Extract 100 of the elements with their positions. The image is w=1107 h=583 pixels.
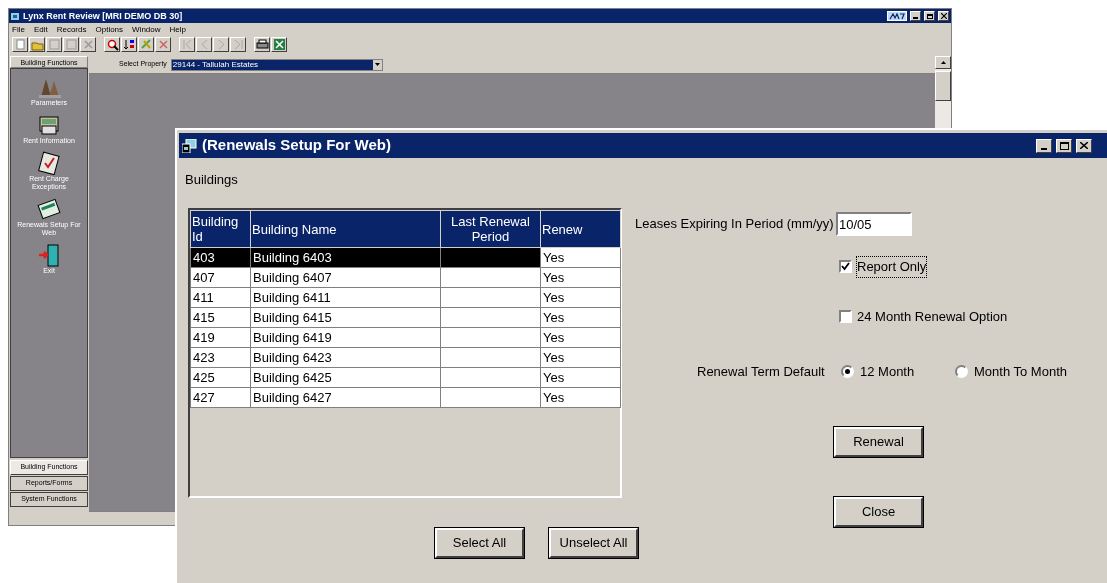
caret-icon	[374, 63, 380, 66]
column-header[interactable]: Renew	[540, 210, 621, 248]
toolbar-button[interactable]	[63, 36, 79, 52]
scrollbar-thumb[interactable]	[935, 71, 951, 101]
table-cell: 411	[193, 289, 214, 305]
table-cell: Yes	[543, 289, 565, 305]
radio-label: Month To Month	[974, 363, 1067, 381]
close-button[interactable]	[1076, 138, 1092, 153]
toolbar-button[interactable]	[271, 36, 287, 52]
table-cell: 407	[193, 269, 215, 285]
checkbox[interactable]	[839, 310, 852, 324]
table-cell: Building 6419	[253, 329, 332, 345]
table-cell: Building 6425	[253, 369, 332, 385]
table-cell: Yes	[543, 249, 565, 265]
field-label: Renewal Term Default	[697, 363, 825, 381]
table-cell: Building 6423	[253, 349, 332, 365]
table-cell: Building 6403	[253, 249, 332, 265]
toolbar-button[interactable]	[104, 36, 120, 52]
toolbar-button[interactable]	[29, 36, 45, 52]
printer-icon	[255, 37, 269, 51]
search-icon	[105, 37, 119, 51]
close-button[interactable]	[938, 11, 949, 21]
app-icon	[11, 11, 20, 21]
menu-item[interactable]: Edit	[33, 25, 48, 34]
app-icon	[182, 138, 198, 153]
maximize-button[interactable]	[924, 11, 935, 21]
table-cell: Yes	[543, 269, 565, 285]
radio-label: 12 Month	[860, 363, 915, 381]
maximize-button[interactable]	[1056, 138, 1072, 153]
unselect-all-button[interactable]: Unselect All	[549, 528, 638, 558]
cross-icon	[81, 37, 95, 51]
table-cell: Yes	[543, 349, 565, 365]
section-label: Buildings	[185, 171, 238, 189]
checkbox-label: 24 Month Renewal Option	[857, 308, 1008, 326]
square-icon	[64, 37, 78, 51]
table-cell: Building 6415	[253, 309, 332, 325]
checkbox-label: Report Only	[857, 257, 927, 277]
minimize-button[interactable]	[1036, 138, 1052, 153]
window-title: Lynx Rent Review [MRI DEMO DB 30]	[23, 11, 183, 21]
table-cell: Yes	[543, 309, 565, 325]
table-cell: 403	[193, 249, 215, 265]
window-title: (Renewals Setup For Web)	[202, 135, 391, 156]
minimize-button[interactable]	[910, 11, 921, 21]
radio-button[interactable]	[955, 365, 968, 379]
door-icon[interactable]	[37, 243, 61, 267]
toolbar-button[interactable]	[46, 36, 62, 52]
field-label: Leases Expiring In Period (mm/yy)	[635, 215, 834, 233]
toolbar-button[interactable]	[230, 36, 246, 52]
table-row[interactable]: 423 Building 6423 Yes	[190, 347, 621, 368]
toolbar-button[interactable]	[80, 36, 96, 52]
select-all-button[interactable]: Select All	[435, 528, 524, 558]
menu-item[interactable]: File	[12, 25, 25, 34]
toolbar-button[interactable]	[155, 36, 171, 52]
sort-icon	[122, 37, 136, 51]
table-cell: 419	[193, 329, 215, 345]
close-icon	[940, 13, 947, 19]
radio-button[interactable]	[841, 365, 854, 379]
toolbar-button[interactable]	[121, 36, 137, 52]
table-row[interactable]: 425 Building 6425 Yes	[190, 367, 621, 388]
close-icon	[1080, 142, 1088, 149]
column-header[interactable]: Building Name	[250, 210, 441, 248]
table-cell: 423	[193, 349, 215, 365]
table-cell: 425	[193, 369, 215, 385]
renewal-button[interactable]: Renewal	[834, 427, 923, 457]
toolbar-button[interactable]	[12, 36, 28, 52]
table-cell: Building 6411	[253, 289, 331, 305]
table-row[interactable]: 403 Building 6403 Yes	[190, 247, 621, 268]
property-dropdown[interactable]: 29144 - Tallulah Estates	[170, 58, 383, 71]
table-cell: Yes	[543, 369, 565, 385]
toolbar-button[interactable]	[213, 36, 229, 52]
table-row[interactable]: 415 Building 6415 Yes	[190, 307, 621, 328]
toolbar-button[interactable]	[254, 36, 270, 52]
table-row[interactable]: 407 Building 6407 Yes	[190, 267, 621, 288]
column-header[interactable]: Last Renewal Period	[440, 210, 541, 248]
column-header[interactable]: Building Id	[190, 210, 251, 248]
table-cell: 415	[193, 309, 215, 325]
table-cell: Yes	[543, 329, 565, 345]
checklist-icon[interactable]	[37, 151, 61, 175]
table-cell: Building 6407	[253, 269, 332, 285]
checkbox[interactable]	[839, 260, 852, 274]
spreadsheet-icon	[272, 37, 286, 51]
up-arrow-icon	[940, 61, 946, 64]
table-row[interactable]: 419 Building 6419 Yes	[190, 327, 621, 348]
cross-icon	[156, 37, 170, 51]
table-cell: 427	[193, 389, 215, 405]
table-cell: Yes	[543, 389, 565, 405]
toolbar-button[interactable]	[179, 36, 195, 52]
menu-item[interactable]: Window	[132, 25, 161, 34]
first-icon	[180, 37, 194, 51]
table-row[interactable]: 427 Building 6427 Yes	[190, 387, 621, 408]
table-cell: Building 6427	[253, 389, 332, 405]
menu-item[interactable]: Records	[56, 25, 87, 34]
close-button[interactable]: Close	[834, 497, 923, 527]
period-input-field[interactable]: 10/05	[836, 212, 912, 236]
table-row[interactable]: 411 Building 6411 Yes	[190, 287, 621, 308]
document-icon	[13, 37, 27, 51]
square-icon	[47, 37, 61, 51]
menu-item[interactable]: Options	[95, 25, 124, 34]
menu-item[interactable]: Help	[169, 25, 186, 34]
toolbar-button[interactable]	[196, 36, 212, 52]
